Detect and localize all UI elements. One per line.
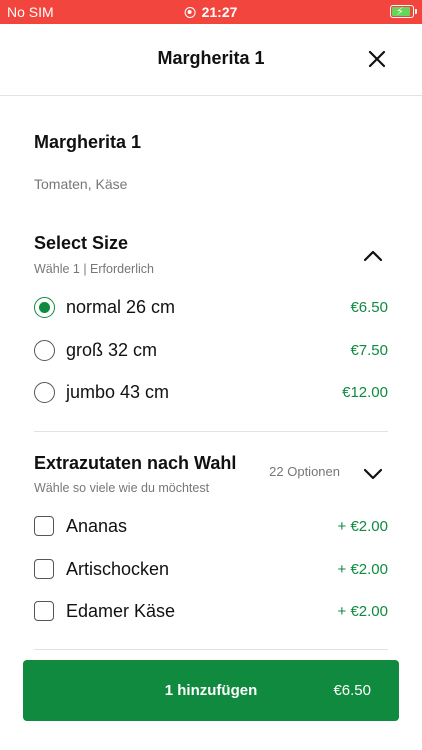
product-name: Margherita 1 [34,132,142,152]
section-divider [34,649,388,650]
status-time: 21:27 [184,4,238,20]
add-button-price: €6.50 [333,682,371,699]
size-option-label: groß 32 cm [66,340,158,360]
extra-option-label: Artischocken [66,559,170,579]
status-bar: No SIM 21:27 ⚡ [0,0,422,24]
chevron-up-icon[interactable] [364,250,382,262]
size-option-label: normal 26 cm [66,297,176,317]
size-option-gross[interactable]: groß 32 cm €7.50 [34,338,388,364]
extra-option-artischocken[interactable]: Artischocken + €2.00 [34,557,388,583]
checkbox[interactable] [34,559,54,579]
product-description: Tomaten, Käse [34,176,128,192]
battery-icon: ⚡ [390,5,417,18]
extra-option-label: Ananas [66,516,128,536]
extras-section-title: Extrazutaten nach Wahl [34,453,237,473]
radio-button[interactable] [34,382,55,403]
checkbox[interactable] [34,516,54,536]
extra-option-label: Edamer Käse [66,601,176,621]
carrier-label: No SIM [7,4,54,20]
close-icon[interactable] [368,50,386,68]
screen-recording-icon [184,6,196,18]
add-to-cart-button[interactable]: 1 hinzufügen €6.50 [23,660,399,721]
charging-bolt-icon: ⚡ [396,6,404,18]
radio-button[interactable] [34,340,55,361]
extra-option-price: + €2.00 [337,603,388,620]
modal-title: Margherita 1 [157,48,265,68]
section-divider [34,431,388,432]
size-section-subtitle: Wähle 1 | Erforderlich [34,262,154,276]
size-option-normal[interactable]: normal 26 cm €6.50 [34,295,388,321]
options-count: 22 Optionen [269,464,340,479]
extra-option-price: + €2.00 [337,518,388,535]
extra-option-price: + €2.00 [337,561,388,578]
chevron-down-icon[interactable] [364,468,382,480]
radio-button-selected[interactable] [34,297,55,318]
size-option-price: €12.00 [342,384,388,401]
size-option-label: jumbo 43 cm [66,382,170,402]
extra-option-edamer-kaese[interactable]: Edamer Käse + €2.00 [34,599,388,625]
size-section-title: Select Size [34,233,129,253]
modal-header: Margherita 1 [0,24,422,96]
time-label: 21:27 [201,4,238,20]
size-option-jumbo[interactable]: jumbo 43 cm €12.00 [34,380,388,406]
size-option-price: €6.50 [350,299,388,316]
extras-section-subtitle: Wähle so viele wie du möchtest [34,481,210,495]
extra-option-ananas[interactable]: Ananas + €2.00 [34,514,388,540]
size-option-price: €7.50 [350,342,388,359]
checkbox[interactable] [34,601,54,621]
